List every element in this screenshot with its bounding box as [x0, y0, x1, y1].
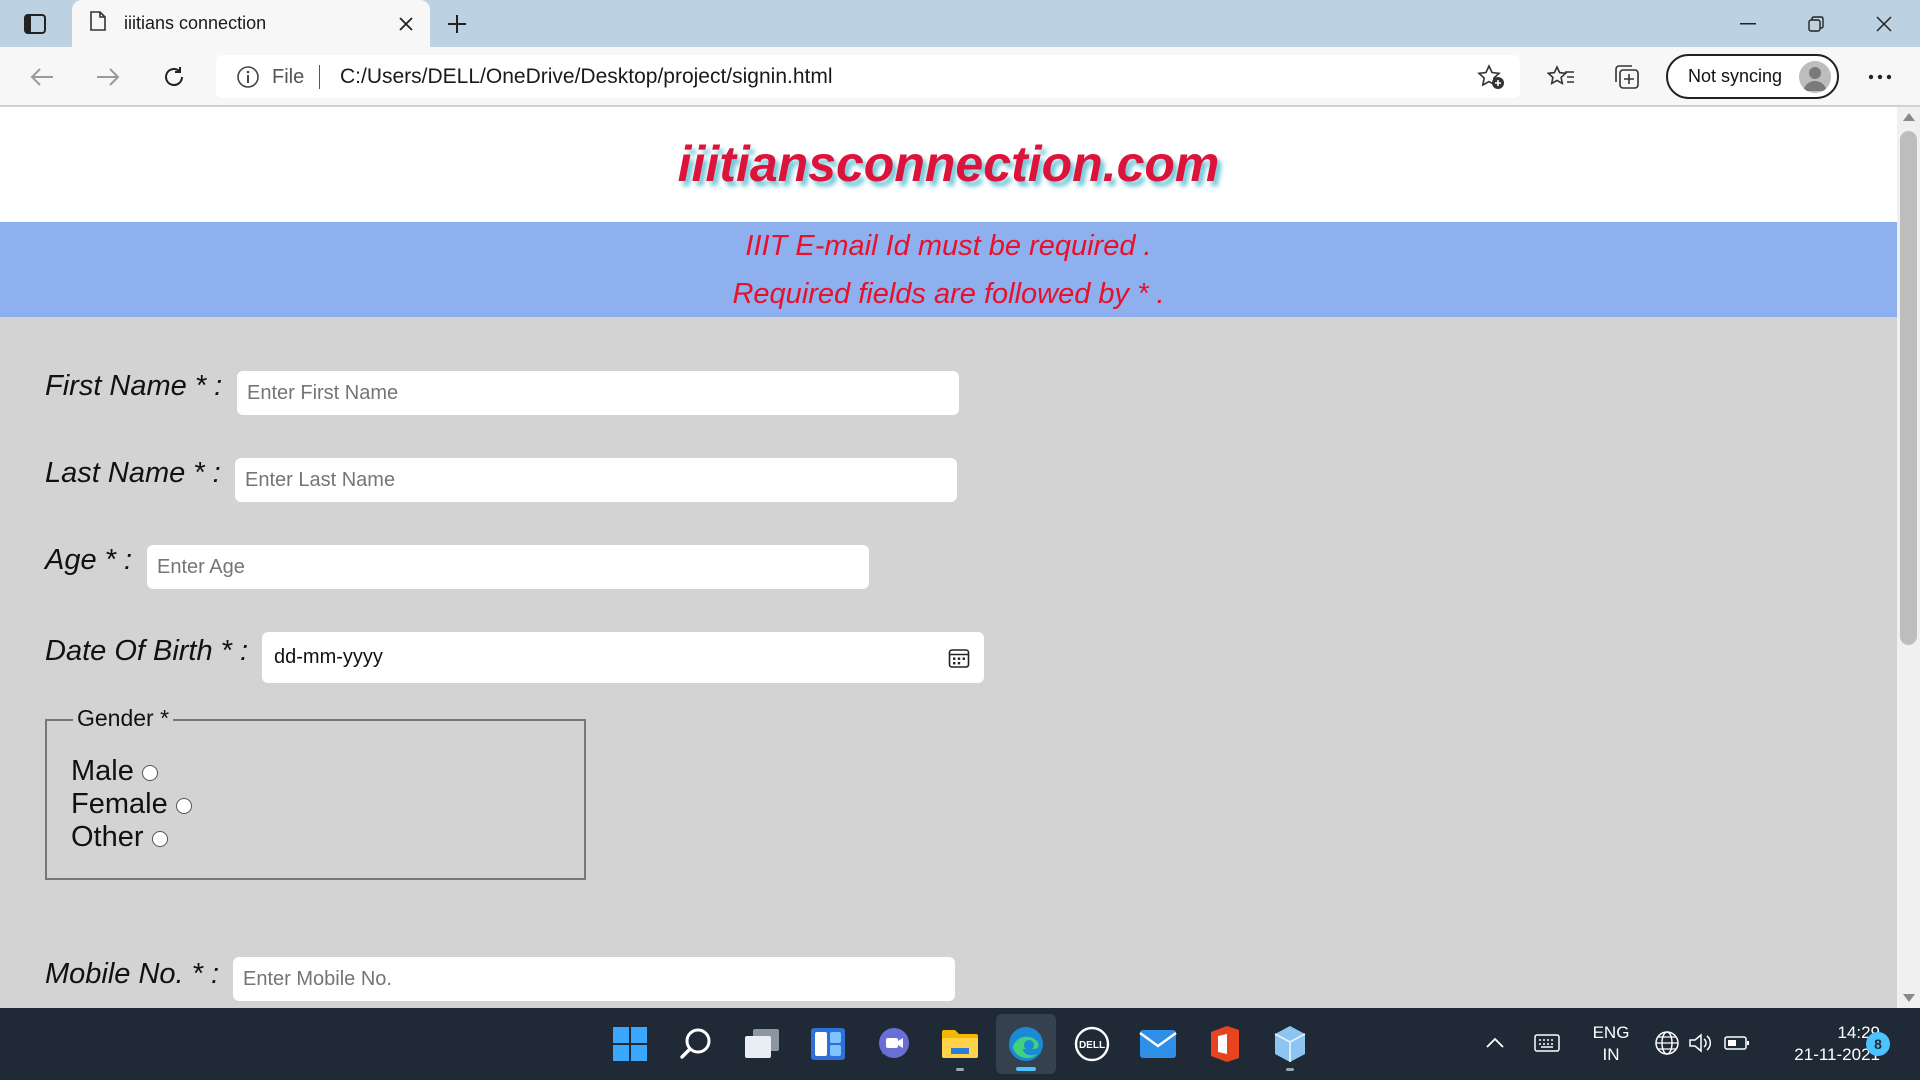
- tab-title: iiitians connection: [124, 13, 267, 33]
- sync-label: Not syncing: [1688, 66, 1783, 86]
- gender-label: Male: [71, 755, 134, 787]
- web-page: iiitiansconnection.com IIIT E-mail Id mu…: [0, 107, 1897, 1008]
- taskbar: DELL ENG IN 14:29 21-11-2021 8: [0, 1008, 1920, 1080]
- notice-banner: IIIT E-mail Id must be required . Requir…: [0, 222, 1897, 317]
- tab-strip: iiitians connection: [0, 0, 1920, 47]
- keyboard-icon[interactable]: [1532, 1028, 1562, 1058]
- file-explorer-icon[interactable]: [930, 1014, 990, 1074]
- dob-value: dd-mm-yyyy: [274, 646, 383, 668]
- back-icon[interactable]: [22, 57, 62, 97]
- address-separator: [319, 65, 320, 89]
- calendar-icon[interactable]: [946, 645, 972, 671]
- url-text[interactable]: C:/Users/DELL/OneDrive/Desktop/project/s…: [340, 65, 833, 89]
- search-icon[interactable]: [666, 1014, 726, 1074]
- mobile-label: Mobile No. * :: [45, 958, 220, 990]
- browser-tab[interactable]: iiitians connection: [72, 0, 430, 47]
- restore-icon[interactable]: [1782, 0, 1850, 47]
- task-view-icon[interactable]: [732, 1014, 792, 1074]
- add-favorite-icon[interactable]: [1476, 63, 1506, 91]
- gender-option-female[interactable]: Female: [71, 788, 192, 821]
- scroll-up-icon[interactable]: [1903, 113, 1915, 121]
- edge-icon[interactable]: [996, 1014, 1056, 1074]
- gender-option-male[interactable]: Male: [71, 755, 158, 788]
- gender-legend: Gender *: [73, 705, 174, 732]
- tab-actions-icon[interactable]: [14, 8, 56, 40]
- lang-code: ENG: [1592, 1023, 1630, 1042]
- scroll-thumb[interactable]: [1900, 131, 1917, 645]
- dell-icon[interactable]: DELL: [1062, 1014, 1122, 1074]
- volume-icon[interactable]: [1686, 1028, 1716, 1058]
- profile-sync-button[interactable]: Not syncing: [1666, 54, 1839, 99]
- new-tab-button[interactable]: [440, 8, 474, 40]
- age-input[interactable]: [147, 545, 869, 589]
- dob-input[interactable]: dd-mm-yyyy: [262, 632, 984, 683]
- notice-line-required: Required fields are followed by * .: [732, 278, 1165, 310]
- refresh-icon[interactable]: [154, 57, 194, 97]
- scroll-down-icon[interactable]: [1903, 994, 1915, 1002]
- close-tab-icon[interactable]: [394, 12, 418, 36]
- last-name-label: Last Name * :: [45, 457, 221, 489]
- avatar: [1799, 61, 1831, 93]
- site-title: iiitiansconnection.com: [677, 136, 1220, 192]
- gender-fieldset: Gender * Male Female Other: [45, 705, 586, 880]
- last-name-input[interactable]: [235, 458, 957, 502]
- collections-icon[interactable]: [1609, 59, 1645, 95]
- gender-label: Female: [71, 788, 168, 820]
- dob-label: Date Of Birth * :: [45, 635, 249, 667]
- package-icon[interactable]: [1260, 1014, 1320, 1074]
- chevron-up-icon[interactable]: [1480, 1028, 1510, 1058]
- clock-time: 14:29: [1837, 1023, 1880, 1042]
- age-label: Age * :: [45, 544, 133, 576]
- first-name-label: First Name * :: [45, 370, 223, 402]
- start-icon[interactable]: [600, 1014, 660, 1074]
- female-radio[interactable]: [175, 797, 192, 814]
- page-scrollbar[interactable]: [1897, 107, 1920, 1008]
- close-window-icon[interactable]: [1850, 0, 1918, 47]
- running-indicator: [1286, 1068, 1294, 1071]
- input-language[interactable]: ENG IN: [1588, 1022, 1634, 1066]
- other-radio[interactable]: [151, 830, 168, 847]
- battery-icon[interactable]: [1722, 1028, 1752, 1058]
- running-indicator: [956, 1068, 964, 1071]
- chat-icon[interactable]: [864, 1014, 924, 1074]
- office-icon[interactable]: [1194, 1014, 1254, 1074]
- clock-date: 21-11-2021: [1794, 1045, 1880, 1064]
- gender-label: Other: [71, 821, 144, 853]
- file-label: File: [272, 66, 305, 88]
- mobile-input[interactable]: [233, 957, 955, 1001]
- active-indicator: [1016, 1067, 1036, 1071]
- male-radio[interactable]: [141, 764, 158, 781]
- lang-region: IN: [1602, 1045, 1620, 1064]
- notification-badge[interactable]: 8: [1866, 1032, 1890, 1056]
- notice-line-email: IIIT E-mail Id must be required .: [745, 230, 1152, 262]
- minimize-icon[interactable]: [1714, 0, 1782, 47]
- favorites-icon[interactable]: [1543, 59, 1579, 95]
- svg-text:DELL: DELL: [1079, 1040, 1105, 1051]
- more-options-icon[interactable]: [1860, 57, 1900, 97]
- page-icon: [90, 11, 106, 36]
- address-bar[interactable]: File C:/Users/DELL/OneDrive/Desktop/proj…: [216, 55, 1520, 98]
- browser-toolbar: File C:/Users/DELL/OneDrive/Desktop/proj…: [0, 47, 1920, 106]
- clock[interactable]: 14:29 21-11-2021: [1770, 1022, 1880, 1066]
- first-name-input[interactable]: [237, 371, 959, 415]
- gender-option-other[interactable]: Other: [71, 821, 168, 854]
- forward-icon[interactable]: [88, 57, 128, 97]
- widgets-icon[interactable]: [798, 1014, 858, 1074]
- mail-icon[interactable]: [1128, 1014, 1188, 1074]
- site-header: iiitiansconnection.com: [0, 107, 1897, 222]
- network-icon[interactable]: [1652, 1028, 1682, 1058]
- info-icon[interactable]: [236, 65, 260, 94]
